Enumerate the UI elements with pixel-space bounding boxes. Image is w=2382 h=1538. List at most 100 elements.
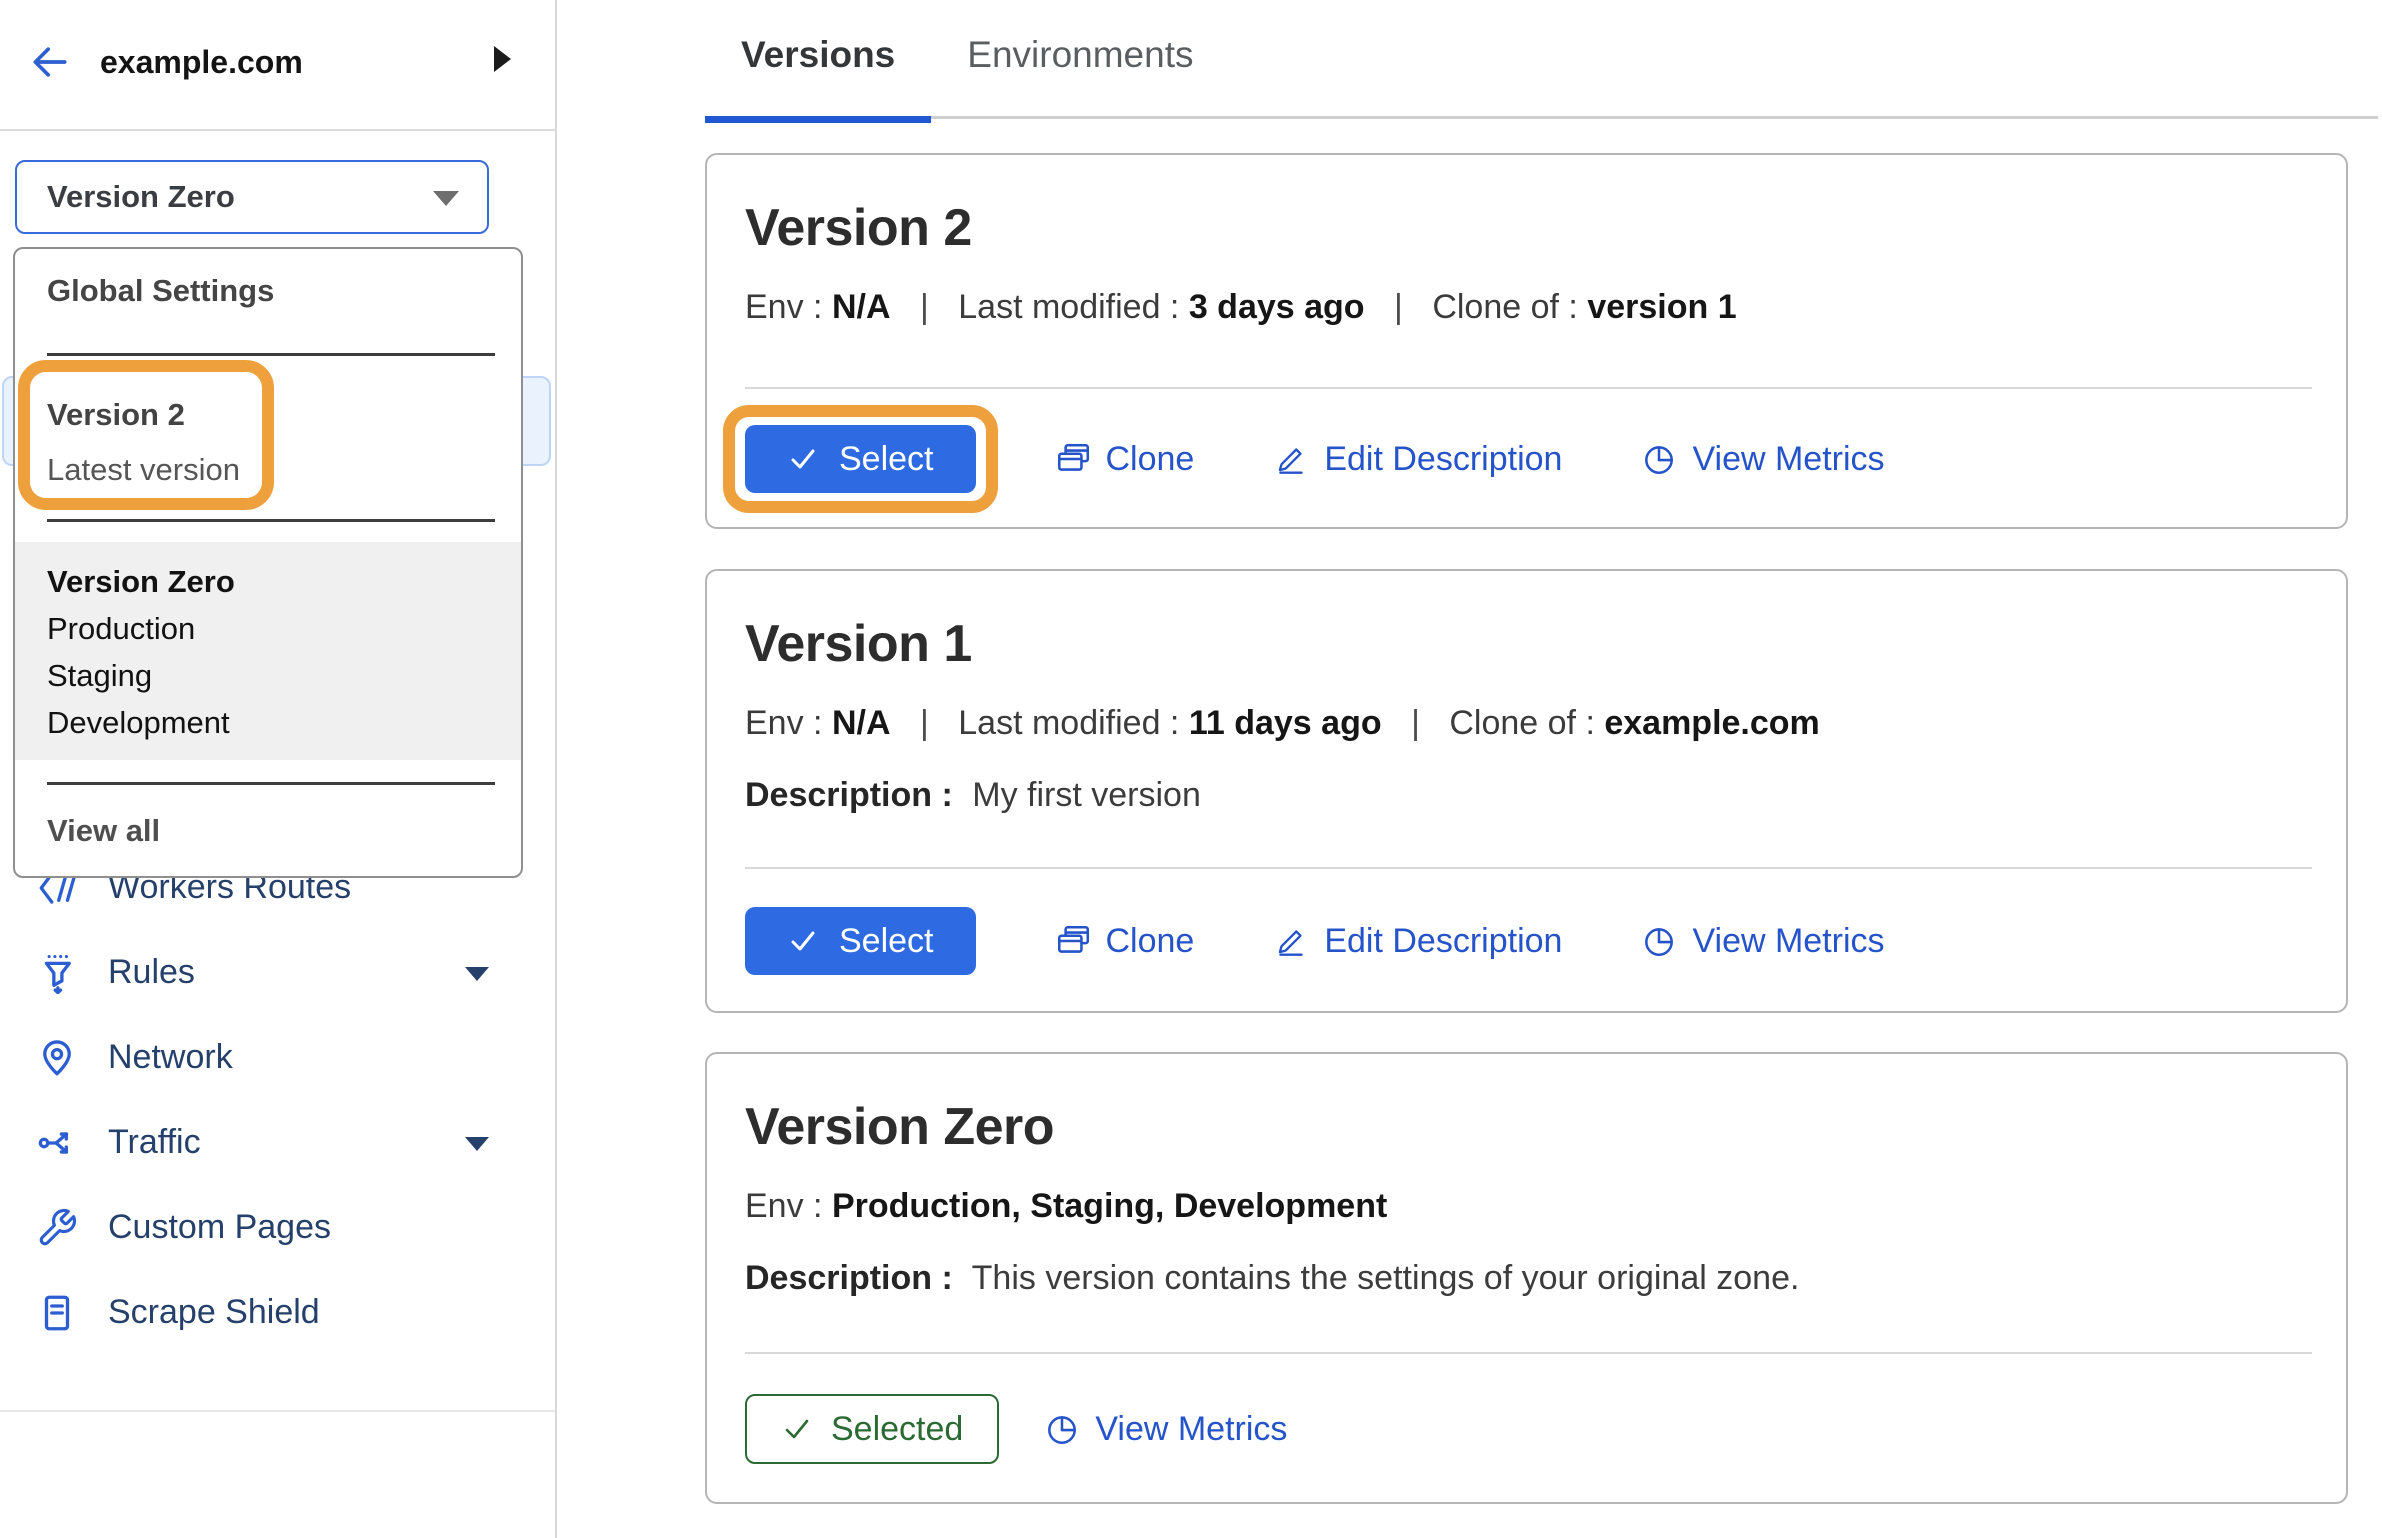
card-description: Description : My first version [745, 773, 2312, 817]
card-title: Version 2 [745, 197, 2312, 259]
meta-separator: | [1394, 288, 1403, 326]
meta-label: Env : [745, 1187, 822, 1225]
meta-value: example.com [1604, 704, 1819, 742]
meta-value: N/A [832, 704, 891, 742]
main-content: Versions Environments Version 2 Env : N/… [559, 0, 2382, 1538]
edit-description-button[interactable]: Edit Description [1272, 440, 1562, 479]
network-pin-icon [36, 1037, 78, 1079]
version-select-value: Version Zero [47, 162, 235, 232]
traffic-split-icon [36, 1122, 78, 1164]
dropdown-divider [47, 519, 495, 522]
clone-button[interactable]: Clone [1054, 922, 1195, 961]
card-divider [745, 387, 2312, 389]
rules-filter-icon [36, 952, 78, 994]
dropdown-divider [47, 353, 495, 356]
sidebar-divider [0, 1410, 555, 1412]
tab-environments[interactable]: Environments [931, 34, 1229, 119]
pie-chart-icon [1640, 922, 1678, 960]
chevron-down-icon[interactable] [465, 967, 489, 981]
pie-chart-icon [1043, 1410, 1081, 1448]
site-name: example.com [100, 44, 303, 81]
meta-label: Last modified : [958, 288, 1179, 326]
meta-value: N/A [832, 288, 891, 326]
meta-separator: | [920, 704, 929, 742]
meta-label: Last modified : [958, 704, 1179, 742]
meta-label: Env : [745, 288, 822, 326]
card-actions: Selected View Metrics [745, 1394, 2312, 1464]
pie-chart-icon [1640, 440, 1678, 478]
sidebar-item-traffic[interactable]: Traffic [0, 1100, 555, 1185]
card-title: Version Zero [745, 1096, 2312, 1158]
meta-label: Env : [745, 704, 822, 742]
card-description: Description : This version contains the … [745, 1256, 2312, 1300]
meta-separator: | [1411, 704, 1420, 742]
selected-button[interactable]: Selected [745, 1394, 999, 1464]
document-icon [36, 1292, 78, 1334]
card-divider [745, 867, 2312, 869]
view-metrics-button[interactable]: View Metrics [1640, 922, 1884, 961]
card-actions: Select Clone Edit Description View Metri… [745, 907, 2312, 975]
zone-versioning-page: example.com Version Zero Workers Routes … [0, 0, 2382, 1538]
view-metrics-button[interactable]: View Metrics [1043, 1410, 1287, 1449]
meta-value: Production, Staging, Development [832, 1187, 1387, 1225]
card-title: Version 1 [745, 613, 2312, 675]
expand-triangle-icon[interactable] [494, 46, 511, 72]
version-card-list: Version 2 Env : N/A | Last modified : 3 … [705, 153, 2348, 1504]
meta-value: 11 days ago [1189, 704, 1382, 742]
card-actions: Select Clone Edit Description Vie [745, 425, 2312, 493]
check-icon [787, 925, 819, 957]
dropdown-env-development[interactable]: Development [47, 699, 521, 746]
meta-value: 3 days ago [1189, 288, 1365, 326]
card-meta: Env : N/A | Last modified : 3 days ago |… [745, 285, 2312, 329]
clone-icon [1054, 922, 1092, 960]
sidebar-item-label: Scrape Shield [108, 1293, 320, 1332]
clone-button[interactable]: Clone [1054, 440, 1195, 479]
dropdown-item-version-2[interactable]: Version 2 [47, 397, 185, 433]
dropdown-item-view-all[interactable]: View all [47, 813, 160, 849]
version-card-version-zero: Version Zero Env : Production, Staging, … [705, 1052, 2348, 1504]
description-text: My first version [972, 776, 1201, 814]
chevron-down-icon[interactable] [465, 1137, 489, 1151]
dropdown-env-production[interactable]: Production [47, 605, 521, 652]
tab-bar: Versions Environments [705, 0, 2378, 119]
sidebar-item-scrape-shield[interactable]: Scrape Shield [0, 1270, 555, 1355]
dropdown-item-global-settings[interactable]: Global Settings [47, 273, 274, 309]
card-divider [745, 1352, 2312, 1354]
version-select-dropdown[interactable]: Version Zero [15, 160, 489, 234]
view-metrics-button[interactable]: View Metrics [1640, 440, 1884, 479]
sidebar-item-rules[interactable]: Rules [0, 930, 555, 1015]
description-text: This version contains the settings of yo… [972, 1259, 1800, 1297]
sidebar-item-label: Traffic [108, 1123, 201, 1162]
dropdown-item-version-2-subtitle: Latest version [47, 452, 240, 488]
back-arrow-icon[interactable] [26, 40, 74, 84]
select-button[interactable]: Select [745, 907, 976, 975]
tab-versions[interactable]: Versions [705, 34, 931, 119]
card-meta: Env : Production, Staging, Development [745, 1184, 2312, 1228]
description-label: Description : [745, 1259, 953, 1297]
check-icon [787, 443, 819, 475]
sidebar-item-label: Custom Pages [108, 1208, 331, 1247]
caret-down-icon [433, 191, 459, 206]
sidebar-nav: Workers Routes Rules Network Traffic [0, 845, 555, 1355]
edit-description-button[interactable]: Edit Description [1272, 922, 1562, 961]
check-icon [781, 1413, 813, 1445]
select-button[interactable]: Select [745, 425, 976, 493]
sidebar-header: example.com [0, 0, 555, 131]
description-label: Description : [745, 776, 953, 814]
version-dropdown-panel: Global Settings Version 2 Latest version… [13, 247, 523, 878]
sidebar-item-custom-pages[interactable]: Custom Pages [0, 1185, 555, 1270]
clone-icon [1054, 440, 1092, 478]
edit-pencil-icon [1272, 922, 1310, 960]
meta-separator: | [920, 288, 929, 326]
dropdown-item-version-zero-group[interactable]: Version Zero Production Staging Developm… [15, 542, 521, 760]
wrench-icon [36, 1207, 78, 1249]
sidebar-item-network[interactable]: Network [0, 1015, 555, 1100]
dropdown-item-version-zero[interactable]: Version Zero [47, 558, 521, 605]
sidebar: example.com Version Zero Workers Routes … [0, 0, 557, 1538]
dropdown-divider [47, 782, 495, 785]
meta-value: version 1 [1587, 288, 1736, 326]
version-card-version-1: Version 1 Env : N/A | Last modified : 11… [705, 569, 2348, 1013]
dropdown-env-staging[interactable]: Staging [47, 652, 521, 699]
edit-pencil-icon [1272, 440, 1310, 478]
version-card-version-2: Version 2 Env : N/A | Last modified : 3 … [705, 153, 2348, 529]
